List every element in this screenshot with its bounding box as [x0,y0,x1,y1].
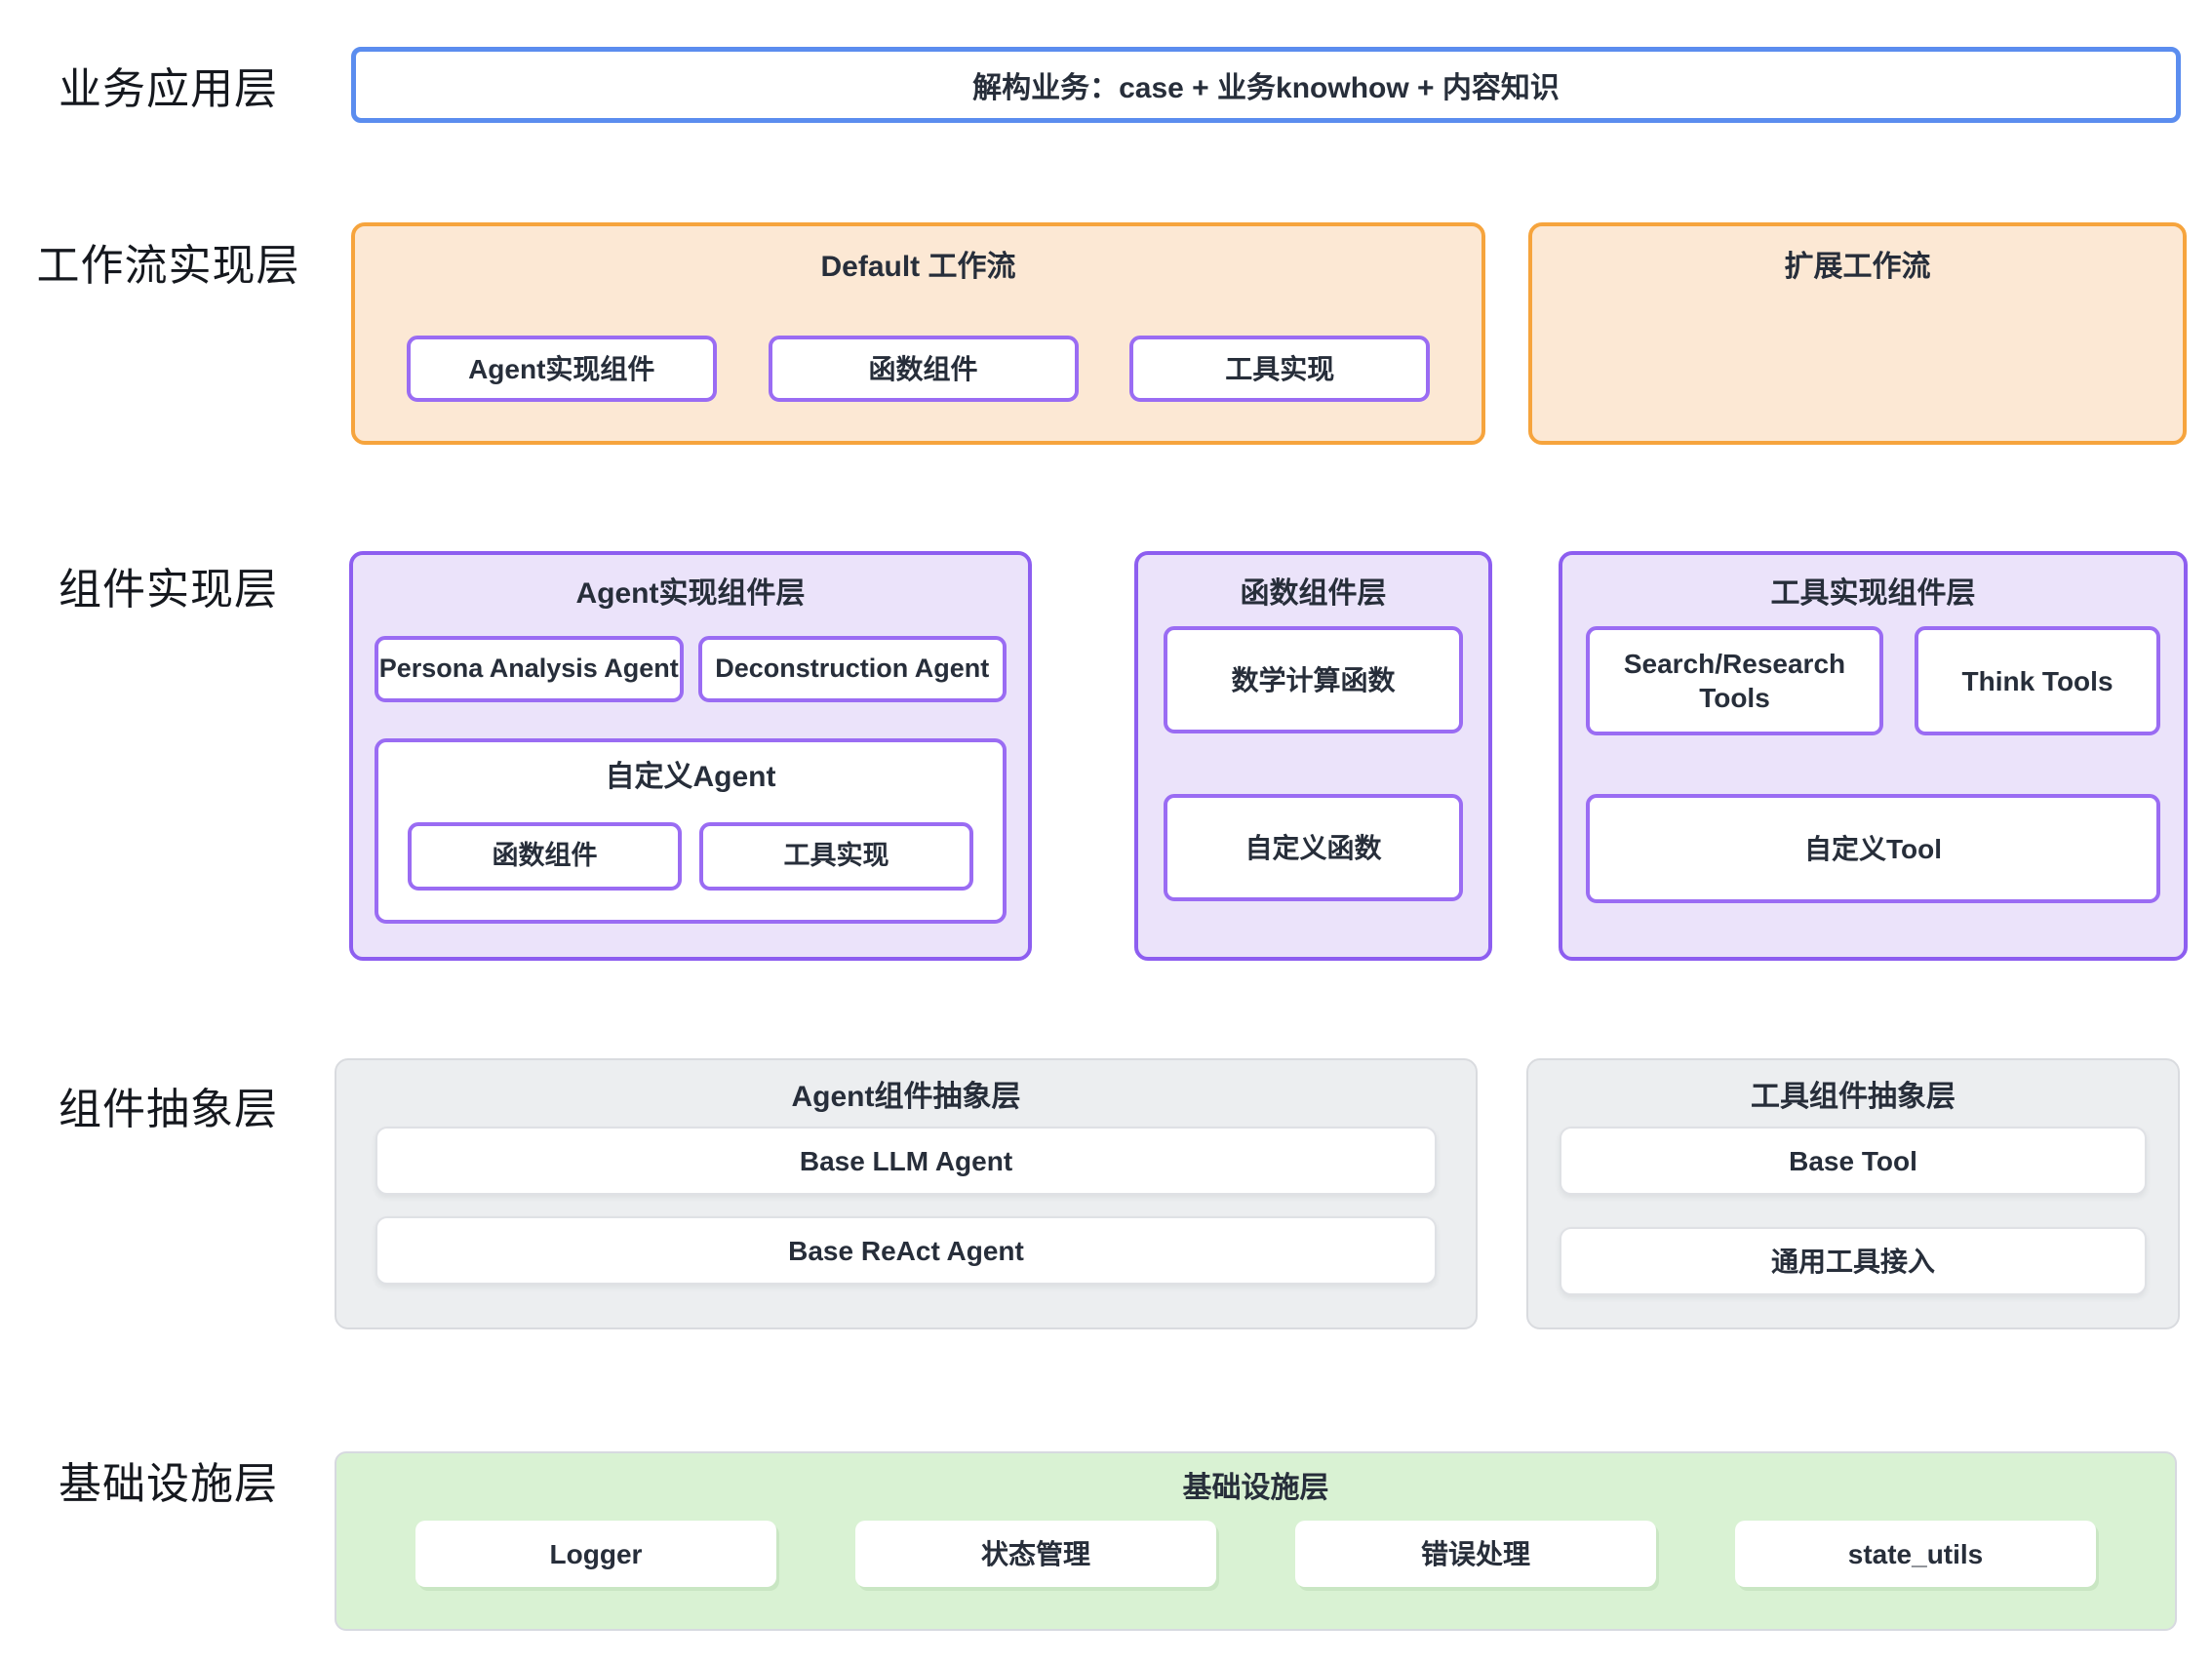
custom-agent-box: 自定义Agent 函数组件 工具实现 [375,738,1007,924]
layer-label-component: 组件实现层 [0,554,336,616]
think-tools-box: Think Tools [1915,626,2160,735]
tool-components-title: 工具实现组件层 [1586,574,2160,614]
infrastructure-items: Logger 状态管理 错误处理 state_utils [336,1521,2175,1587]
layer-label-abstraction: 组件抽象层 [0,1074,336,1136]
agent-components-row: Persona Analysis Agent Deconstruction Ag… [375,636,1007,702]
workflow-item-function-components: 函数组件 [769,336,1079,402]
tool-components-panel: 工具实现组件层 Search/Research Tools Think Tool… [1559,551,2188,961]
state-utils-box: state_utils [1735,1521,2096,1587]
generic-tool-access-box: 通用工具接入 [1560,1227,2147,1295]
workflow-item-tool-impl: 工具实现 [1129,336,1430,402]
business-banner: 解构业务：case + 业务knowhow + 内容知识 [351,47,2181,123]
function-components-panel: 函数组件层 数学计算函数 自定义函数 [1134,551,1492,961]
error-handling-box: 错误处理 [1295,1521,1656,1587]
base-react-agent-box: Base ReAct Agent [375,1216,1437,1285]
custom-tool-box: 自定义Tool [1586,794,2160,903]
custom-agent-tool-impl: 工具实现 [699,822,973,891]
custom-agent-title: 自定义Agent [408,758,973,797]
base-tool-box: Base Tool [1560,1127,2147,1195]
agent-components-panel: Agent实现组件层 Persona Analysis Agent Decons… [349,551,1032,961]
logger-box: Logger [415,1521,776,1587]
deconstruction-agent-box: Deconstruction Agent [698,636,1007,702]
state-management-box: 状态管理 [855,1521,1216,1587]
custom-agent-items: 函数组件 工具实现 [408,822,973,891]
business-banner-text: 解构业务：case + 业务knowhow + 内容知识 [972,63,1560,106]
infrastructure-title: 基础设施层 [336,1469,2175,1508]
default-workflow-panel: Default 工作流 Agent实现组件 函数组件 工具实现 [351,222,1485,445]
layer-label-business: 业务应用层 [0,54,336,116]
infrastructure-panel: 基础设施层 Logger 状态管理 错误处理 state_utils [335,1451,2177,1631]
layer-label-infrastructure: 基础设施层 [0,1448,336,1511]
workflow-item-agent-components: Agent实现组件 [407,336,717,402]
extended-workflow-panel: 扩展工作流 [1528,222,2187,445]
layer-label-workflow: 工作流实现层 [0,230,336,293]
architecture-diagram: 业务应用层 工作流实现层 组件实现层 组件抽象层 基础设施层 解构业务：case… [0,0,2212,1664]
extended-workflow-title: 扩展工作流 [1532,248,2183,287]
search-research-tools-box: Search/Research Tools [1586,626,1883,735]
tool-abstraction-title: 工具组件抽象层 [1560,1078,2147,1117]
math-function-box: 数学计算函数 [1164,626,1463,733]
tool-components-row: Search/Research Tools Think Tools [1586,626,2160,735]
persona-analysis-agent-box: Persona Analysis Agent [375,636,684,702]
agent-abstraction-panel: Agent组件抽象层 Base LLM Agent Base ReAct Age… [335,1058,1478,1329]
default-workflow-title: Default 工作流 [355,248,1481,287]
agent-abstraction-title: Agent组件抽象层 [375,1078,1437,1117]
base-llm-agent-box: Base LLM Agent [375,1127,1437,1195]
default-workflow-items: Agent实现组件 函数组件 工具实现 [355,336,1481,402]
agent-components-title: Agent实现组件层 [375,574,1007,614]
function-components-title: 函数组件层 [1164,574,1463,614]
tool-abstraction-panel: 工具组件抽象层 Base Tool 通用工具接入 [1526,1058,2180,1329]
custom-agent-function-components: 函数组件 [408,822,682,891]
custom-function-box: 自定义函数 [1164,794,1463,901]
